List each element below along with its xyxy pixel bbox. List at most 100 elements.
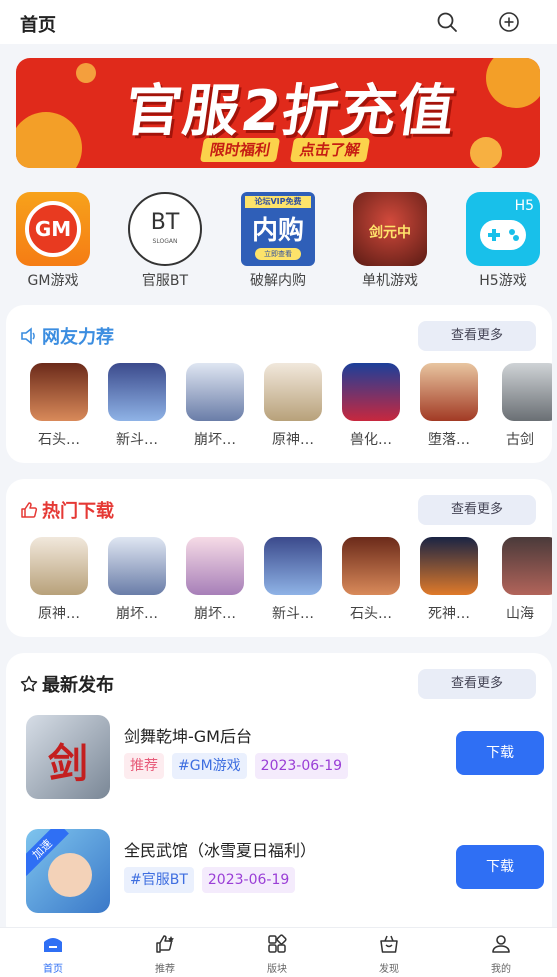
game-label: 死神… bbox=[428, 606, 470, 622]
tag-recommend: 推荐 bbox=[124, 753, 164, 779]
tag-date: 2023-06-19 bbox=[201, 867, 296, 893]
latest-title: 最新发布 bbox=[42, 675, 114, 696]
game-label: 原神… bbox=[38, 606, 80, 622]
game-item[interactable]: 崩坏… bbox=[98, 537, 176, 623]
add-circle-icon[interactable] bbox=[498, 11, 520, 33]
game-label: 山海 bbox=[506, 606, 534, 622]
game-item[interactable]: 兽化… bbox=[332, 363, 410, 449]
category-label: 官服BT bbox=[141, 273, 189, 289]
category-row: GM GM游戏 BT SLOGAN 官服BT 论坛VIP免费 内购 立即查看 破… bbox=[0, 190, 557, 290]
game-item[interactable]: 死神… bbox=[410, 537, 488, 623]
crack-purchase-icon: 论坛VIP免费 内购 立即查看 bbox=[241, 192, 315, 266]
grid-icon bbox=[268, 934, 287, 953]
game-icon bbox=[342, 537, 400, 595]
game-label: 崩坏… bbox=[116, 606, 158, 622]
release-tags: 推荐 #GM游戏 2023-06-19 bbox=[124, 753, 349, 779]
bottom-tab-bar: 首页 推荐 版块 发现 我的 bbox=[0, 927, 557, 977]
recommend-title: 网友力荐 bbox=[42, 327, 114, 348]
category-bt[interactable]: BT SLOGAN 官服BT bbox=[120, 190, 210, 290]
category-h5[interactable]: H5 H5游戏 bbox=[458, 190, 548, 290]
game-item[interactable]: 古剑 bbox=[488, 363, 552, 449]
release-item[interactable]: 剑 剑舞乾坤-GM后台 推荐 #GM游戏 2023-06-19 下载 bbox=[6, 709, 552, 809]
hot-game-list: 原神… 崩坏… 崩坏… 新斗… 石头… 死神… 山海 bbox=[6, 537, 552, 627]
hot-more-button[interactable]: 查看更多 bbox=[418, 495, 536, 525]
game-item[interactable]: 崩坏… bbox=[176, 363, 254, 449]
banner-tag-left: 限时福利 bbox=[199, 138, 281, 162]
game-icon bbox=[420, 363, 478, 421]
top-bar: 首页 bbox=[0, 0, 557, 44]
tag-category: #官服BT bbox=[124, 867, 194, 893]
game-icon bbox=[502, 537, 552, 595]
thumbs-up-icon bbox=[156, 935, 174, 953]
tab-label: 版块 bbox=[267, 964, 287, 975]
category-single[interactable]: 剑元中 单机游戏 bbox=[345, 190, 435, 290]
game-item[interactable]: 山海 bbox=[488, 537, 552, 623]
game-label: 兽化… bbox=[350, 432, 392, 448]
release-name: 全民武馆（冰雪夏日福利） bbox=[124, 841, 317, 860]
game-icon bbox=[420, 537, 478, 595]
game-label: 新斗… bbox=[116, 432, 158, 448]
page-title: 首页 bbox=[20, 15, 56, 36]
game-item[interactable]: 堕落… bbox=[410, 363, 488, 449]
avatar-face bbox=[48, 853, 92, 897]
download-button[interactable]: 下载 bbox=[456, 845, 544, 889]
category-gm[interactable]: GM GM游戏 bbox=[8, 190, 98, 290]
promo-banner[interactable]: 官服2折充值 限时福利 点击了解 bbox=[16, 58, 540, 168]
recommend-section: 网友力荐 查看更多 石头… 新斗… 崩坏… 原神… 兽化… 堕落… 古剑 bbox=[6, 305, 552, 463]
tab-label: 我的 bbox=[491, 964, 511, 975]
game-item[interactable]: 新斗… bbox=[98, 363, 176, 449]
tag-date: 2023-06-19 bbox=[254, 753, 349, 779]
game-item[interactable]: 石头… bbox=[20, 363, 98, 449]
release-item[interactable]: 加速 全民武馆（冰雪夏日福利） #官服BT 2023-06-19 下载 bbox=[6, 823, 552, 923]
recommend-game-list: 石头… 新斗… 崩坏… 原神… 兽化… 堕落… 古剑 bbox=[6, 363, 552, 453]
latest-more-button[interactable]: 查看更多 bbox=[418, 669, 536, 699]
game-item[interactable]: 原神… bbox=[254, 363, 332, 449]
user-icon bbox=[492, 935, 510, 953]
game-item[interactable]: 石头… bbox=[332, 537, 410, 623]
game-icon: 加速 bbox=[26, 829, 110, 913]
game-icon bbox=[264, 537, 322, 595]
recommend-more-button[interactable]: 查看更多 bbox=[418, 321, 536, 351]
tab-discover[interactable]: 发现 bbox=[349, 934, 429, 975]
bt-logo-icon: BT SLOGAN bbox=[128, 192, 202, 266]
game-item[interactable]: 崩坏… bbox=[176, 537, 254, 623]
release-tags: #官服BT 2023-06-19 bbox=[124, 867, 296, 893]
game-icon bbox=[186, 363, 244, 421]
download-button[interactable]: 下载 bbox=[456, 731, 544, 775]
thumbs-up-icon bbox=[21, 502, 38, 518]
game-icon bbox=[502, 363, 552, 421]
search-icon[interactable] bbox=[436, 11, 458, 33]
game-label: 崩坏… bbox=[194, 606, 236, 622]
hot-heading: 热门下载 bbox=[20, 497, 114, 523]
game-icon bbox=[186, 537, 244, 595]
category-label: 破解内购 bbox=[250, 273, 306, 289]
banner-tag-right: 点击了解 bbox=[289, 138, 371, 162]
game-label: 石头… bbox=[350, 606, 392, 622]
category-label: 单机游戏 bbox=[362, 273, 418, 289]
tab-label: 推荐 bbox=[155, 964, 175, 975]
tab-sections[interactable]: 版块 bbox=[237, 934, 317, 975]
game-label: 崩坏… bbox=[194, 432, 236, 448]
single-game-icon: 剑元中 bbox=[353, 192, 427, 266]
game-icon bbox=[30, 537, 88, 595]
hot-section: 热门下载 查看更多 原神… 崩坏… 崩坏… 新斗… 石头… 死神… 山海 bbox=[6, 479, 552, 637]
category-label: GM游戏 bbox=[27, 273, 79, 289]
gift-bag-icon bbox=[380, 935, 398, 953]
game-item[interactable]: 原神… bbox=[20, 537, 98, 623]
game-icon bbox=[342, 363, 400, 421]
speaker-icon bbox=[21, 327, 35, 345]
game-label: 新斗… bbox=[272, 606, 314, 622]
category-crack[interactable]: 论坛VIP免费 内购 立即查看 破解内购 bbox=[233, 190, 323, 290]
tab-label: 发现 bbox=[379, 964, 399, 975]
game-icon bbox=[108, 537, 166, 595]
tab-recommend[interactable]: 推荐 bbox=[125, 934, 205, 975]
game-icon bbox=[108, 363, 166, 421]
game-label: 堕落… bbox=[428, 432, 470, 448]
gm-game-icon: GM bbox=[16, 192, 90, 266]
game-icon: 剑 bbox=[26, 715, 110, 799]
home-icon bbox=[44, 938, 62, 952]
tab-profile[interactable]: 我的 bbox=[461, 934, 541, 975]
game-item[interactable]: 新斗… bbox=[254, 537, 332, 623]
tab-home[interactable]: 首页 bbox=[13, 934, 93, 975]
game-label: 原神… bbox=[272, 432, 314, 448]
